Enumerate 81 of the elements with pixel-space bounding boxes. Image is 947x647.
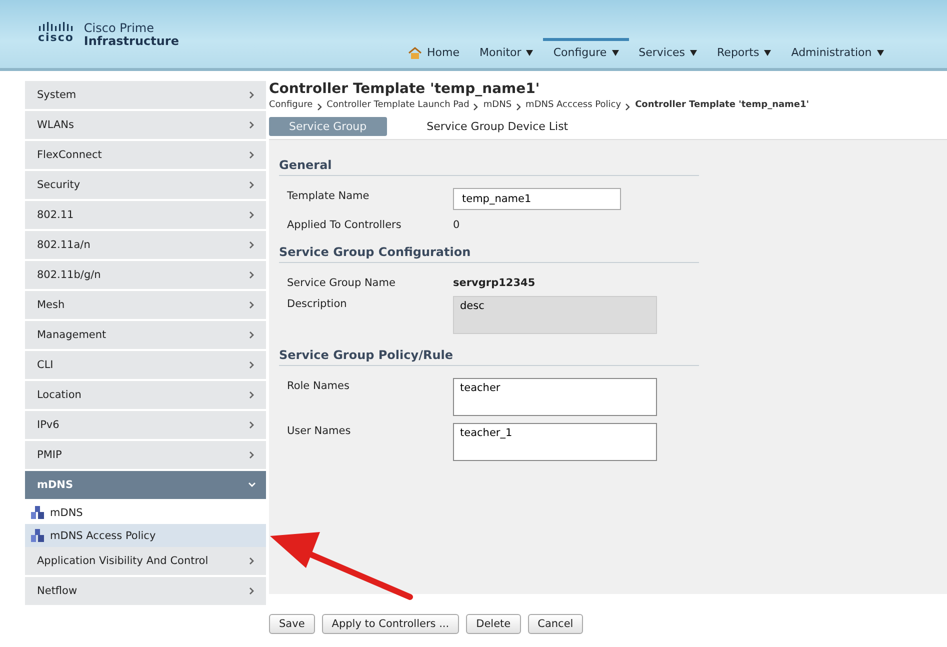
- chevron-right-icon: [248, 361, 256, 369]
- caret-icon: [526, 50, 534, 56]
- sidebar-item[interactable]: 802.11: [25, 201, 266, 231]
- field-value: 0: [453, 218, 461, 231]
- sidebar-item[interactable]: FlexConnect: [25, 141, 266, 171]
- section-title: Service Group Policy/Rule: [279, 348, 699, 366]
- chevron-right-icon: [248, 151, 256, 159]
- field-label: Service Group Name: [287, 276, 396, 289]
- chevron-right-icon: [248, 451, 256, 459]
- sidebar-item[interactable]: IPv6: [25, 411, 266, 441]
- text-field[interactable]: temp_name1: [453, 188, 621, 210]
- page-title: Controller Template 'temp_name1': [269, 81, 541, 97]
- nav-tab[interactable]: Configure: [543, 38, 629, 65]
- text-area[interactable]: teacher: [453, 378, 657, 416]
- chevron-right-icon: [248, 121, 256, 129]
- sidebar-item[interactable]: Management: [25, 321, 266, 351]
- action-button[interactable]: Save: [269, 614, 315, 634]
- chevron-right-icon: [248, 211, 256, 219]
- sidebar-item[interactable]: Security: [25, 171, 266, 201]
- sidebar-item[interactable]: mDNS: [25, 471, 266, 501]
- chevron-down-icon: [248, 481, 256, 489]
- chevron-right-icon: [248, 241, 256, 249]
- logo-text: cisco: [38, 31, 74, 44]
- sidebar-item[interactable]: WLANs: [25, 111, 266, 141]
- breadcrumb-link[interactable]: mDNS Acccess Policy: [526, 100, 622, 111]
- chevron-right-icon: [316, 103, 323, 111]
- breadcrumb-link[interactable]: mDNS: [483, 100, 512, 111]
- field-label: Role Names: [287, 379, 350, 392]
- chevron-right-icon: [248, 271, 256, 279]
- nav-tab[interactable]: Monitor: [469, 38, 544, 65]
- caret-icon: [690, 50, 698, 56]
- sidebar-item[interactable]: PMIP: [25, 441, 266, 471]
- breadcrumb-link[interactable]: Controller Template Launch Pad: [326, 100, 470, 111]
- chevron-right-icon: [248, 181, 256, 189]
- chevron-right-icon: [473, 103, 480, 111]
- sidebar-item[interactable]: System: [25, 81, 266, 111]
- sidebar-item[interactable]: Location: [25, 381, 266, 411]
- breadcrumb-current: Controller Template 'temp_name1': [635, 100, 810, 111]
- text-area[interactable]: teacher_1: [453, 423, 657, 461]
- sidebar-item[interactable]: Mesh: [25, 291, 266, 321]
- field-label: Template Name: [287, 189, 370, 202]
- chevron-right-icon: [248, 331, 256, 339]
- section-title: General: [279, 158, 699, 176]
- chevron-right-icon: [516, 103, 522, 111]
- action-button[interactable]: Apply to Controllers ...: [322, 614, 460, 634]
- caret-icon: [764, 50, 772, 56]
- sidebar-item[interactable]: Netflow: [25, 577, 266, 607]
- text-area[interactable]: desc: [453, 296, 657, 334]
- chevron-right-icon: [248, 421, 256, 429]
- caret-icon: [612, 50, 619, 56]
- field-label: Applied To Controllers: [287, 218, 402, 231]
- field-label: User Names: [287, 424, 352, 437]
- sidebar-item[interactable]: 802.11a/n: [25, 231, 266, 261]
- nav-tab[interactable]: Administration: [781, 38, 894, 65]
- chevron-right-icon: [248, 557, 256, 565]
- logo-icon: [38, 22, 73, 31]
- tab[interactable]: Service Group Device List: [406, 117, 588, 136]
- sidebar-subitem[interactable]: mDNS Access Policy: [25, 524, 266, 547]
- chevron-right-icon: [625, 103, 632, 111]
- network-node-icon: [31, 506, 44, 519]
- product-name: Infrastructure: [84, 35, 179, 48]
- chevron-right-icon: [248, 301, 256, 309]
- action-button[interactable]: Delete: [466, 614, 521, 634]
- nav-tab[interactable]: Home: [398, 38, 470, 65]
- product-name: Cisco Prime: [84, 22, 156, 35]
- sidebar-item[interactable]: 802.11b/g/n: [25, 261, 266, 291]
- network-node-icon: [31, 529, 44, 542]
- nav-tab[interactable]: Services: [628, 38, 708, 65]
- action-button[interactable]: Cancel: [528, 614, 584, 634]
- section-title: Service Group Configuration: [279, 245, 699, 263]
- sidebar-item[interactable]: Application Visibility And Control: [25, 547, 266, 577]
- field-label: Description: [287, 297, 348, 310]
- sidebar-item[interactable]: CLI: [25, 351, 266, 381]
- breadcrumb-link[interactable]: Configure: [269, 100, 313, 111]
- chevron-right-icon: [248, 391, 256, 399]
- home-icon: [408, 46, 422, 58]
- caret-icon: [876, 50, 884, 56]
- chevron-right-icon: [248, 91, 256, 99]
- chevron-right-icon: [248, 587, 256, 595]
- nav-tab[interactable]: Reports: [707, 38, 782, 65]
- field-value: servgrp12345: [453, 276, 536, 289]
